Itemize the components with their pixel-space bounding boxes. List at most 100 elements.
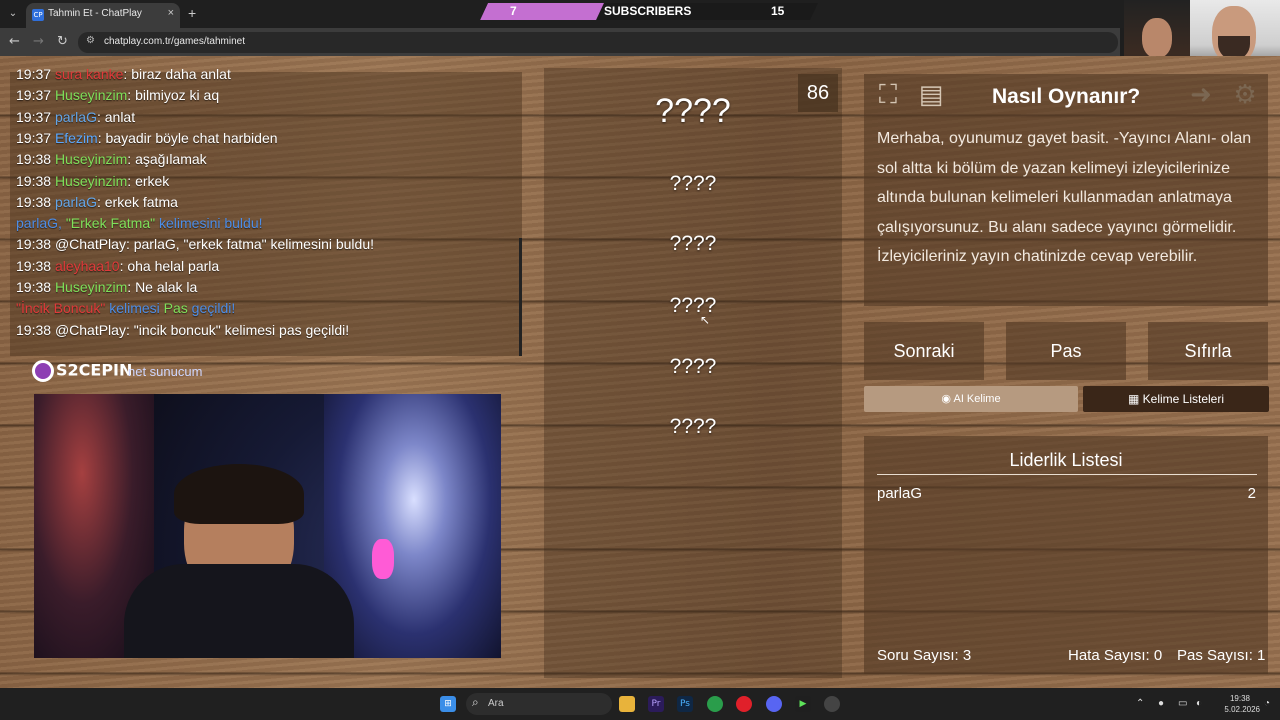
system-user: parlaG, [16, 215, 66, 232]
how-to-play-title: Nasıl Oynanır? [992, 85, 1141, 108]
subscribers-goal: 15 [771, 4, 785, 18]
reset-button[interactable]: Sıfırla [1148, 322, 1268, 380]
windows-start-icon[interactable]: ⊞ [440, 696, 456, 712]
clock-time[interactable]: 19:38 [1210, 694, 1250, 703]
new-tab-button[interactable]: + [188, 5, 196, 21]
opera-icon[interactable] [736, 696, 752, 712]
notification-icon[interactable]: ◔ [1264, 698, 1270, 709]
chat-username[interactable]: Huseyinzim [55, 173, 127, 189]
back-icon[interactable]: ← [9, 34, 20, 49]
url-text: chatplay.com.tr/games/tahminet [104, 36, 245, 47]
address-bar[interactable]: ⚙ chatplay.com.tr/games/tahminet [78, 32, 1118, 53]
forbidden-word-1: ???? [669, 172, 717, 195]
browser-toolbar: ← → ↻ ⚙ chatplay.com.tr/games/tahminet [0, 28, 1120, 56]
clock-date[interactable]: 5.02.2026 [1210, 705, 1260, 714]
chat-username[interactable]: Huseyinzim [55, 279, 127, 295]
pass-count: Pas Sayısı: 1 [1177, 647, 1266, 664]
taskbar-search[interactable]: ⌕ Ara [466, 693, 612, 715]
chat-system-message: 19:38 @ChatPlay: "incik boncuk" kelimesi… [16, 322, 349, 342]
forbidden-word-3: ???? [669, 294, 717, 317]
main-word: ???? [655, 92, 731, 130]
kick-icon[interactable]: ▶ [795, 696, 811, 712]
forward-icon[interactable]: → [33, 34, 44, 49]
chat-username[interactable]: Huseyinzim [55, 151, 127, 167]
chat-message: 19:37 sura kanke: biraz daha anlat [16, 66, 231, 86]
taskbar-search-text: Ara [488, 698, 504, 709]
next-button[interactable]: Sonraki [864, 322, 984, 380]
tab-title: Tahmin Et - ChatPlay [48, 8, 142, 19]
bot-message: @ChatPlay: parlaG, "erkek fatma" kelimes… [54, 236, 374, 253]
chat-text: : bayadir böyle chat harbiden [97, 129, 278, 146]
forbidden-word-5: ???? [669, 415, 717, 438]
chat-system-message: 19:38 @ChatPlay: parlaG, "erkek fatma" k… [16, 236, 374, 256]
chat-text: : erkek [127, 172, 170, 189]
volume-icon[interactable]: ◐ [1196, 698, 1202, 709]
document-icon[interactable]: ▤ [914, 78, 948, 112]
chat-time: 19:38 [16, 236, 52, 253]
chat-username[interactable]: sura kanke [55, 66, 123, 82]
chat-username[interactable]: aleyhaa10 [55, 258, 120, 274]
chat-message: 19:38 Huseyinzim: Ne alak la [16, 279, 197, 299]
gear-icon[interactable]: ⚙ [1228, 78, 1262, 112]
pass-button[interactable]: Pas [1006, 322, 1126, 380]
chat-message: 19:38 Huseyinzim: erkek [16, 173, 169, 193]
taskbar: ⊞ ⌕ Ara Pr Ps ▶ ⌃ ● ▭ ◐ 19:38 5.02.2026 … [0, 688, 1280, 720]
word-lists-button[interactable]: ▦ Kelime Listeleri [1083, 386, 1269, 412]
photoshop-icon[interactable]: Ps [677, 696, 693, 712]
chat-text: : oha helal parla [119, 257, 220, 274]
search-icon: ⌕ [472, 695, 479, 709]
leaderboard-score: 2 [1247, 485, 1256, 502]
fullscreen-icon[interactable]: ⛶ [871, 78, 905, 112]
system-pass: Pas [163, 300, 188, 317]
chat-system-message: parlaG, "Erkek Fatma" kelimesini buldu! [16, 215, 263, 235]
tray-chevron-icon[interactable]: ⌃ [1136, 698, 1144, 709]
leaderboard-panel [864, 436, 1268, 674]
chat-username[interactable]: parlaG [55, 194, 97, 210]
mouse-cursor: ↖ [700, 313, 711, 327]
chat-time: 19:38 [16, 151, 52, 168]
chat-message: 19:37 Huseyinzim: bilmiyoz ki aq [16, 87, 219, 107]
chat-text: : erkek fatma [96, 193, 178, 210]
chat-message: 19:38 aleyhaa10: oha helal parla [16, 258, 219, 278]
file-explorer-icon[interactable] [619, 696, 635, 712]
network-icon[interactable]: ▭ [1178, 698, 1187, 709]
chat-time: 19:38 [16, 172, 52, 189]
list-icon: ▦ [1127, 392, 1143, 406]
netsunucum-logo: net sunucum [128, 364, 203, 379]
chat-scrollbar[interactable] [519, 238, 522, 356]
chrome-icon[interactable] [707, 696, 723, 712]
chat-username[interactable]: parlaG [55, 109, 97, 125]
premiere-icon[interactable]: Pr [648, 696, 664, 712]
subscribers-current: 7 [510, 4, 517, 18]
logout-icon[interactable]: ➜ [1184, 78, 1218, 112]
s2cepin-logo: S2CEPIN [32, 360, 132, 382]
chat-system-message: "İncik Boncuk" kelimesi Pas geçildi! [16, 300, 235, 320]
browser-tab[interactable]: CP Tahmin Et - ChatPlay × [26, 3, 180, 28]
reload-icon[interactable]: ↻ [57, 34, 68, 49]
chat-time: 19:37 [16, 129, 52, 146]
chat-time: 19:38 [16, 321, 52, 338]
screen: ⌄ CP Tahmin Et - ChatPlay × + 7 SUBSCRIB… [0, 0, 1280, 720]
chat-username[interactable]: Efezim [55, 130, 98, 146]
streamer-webcam [34, 394, 501, 658]
tab-search-icon[interactable]: ⌄ [4, 5, 22, 23]
chat-username[interactable]: Huseyinzim [55, 87, 127, 103]
discord-icon[interactable] [766, 696, 782, 712]
chat-time: 19:38 [16, 279, 52, 295]
system-text: kelimesini buldu! [155, 215, 263, 232]
site-info-icon[interactable]: ⚙ [86, 35, 95, 46]
microphone-icon[interactable]: ● [1158, 698, 1164, 709]
forbidden-word-4: ???? [669, 355, 717, 378]
obs-icon[interactable] [824, 696, 840, 712]
chat-text: : Ne alak la [127, 279, 198, 295]
subscribers-label: SUBSCRIBERS [604, 4, 692, 18]
bot-message: @ChatPlay: "incik boncuk" kelimesi pas g… [54, 321, 350, 338]
subscribers-progress-fill [480, 3, 604, 20]
leaderboard-title: Liderlik Listesi [1009, 450, 1123, 470]
ai-word-button[interactable]: ◉ AI Kelime [864, 386, 1078, 412]
chat-time: 19:37 [16, 108, 52, 125]
chat-time: 19:38 [16, 257, 52, 274]
chat-message: 19:38 parlaG: erkek fatma [16, 194, 178, 214]
tab-close-icon[interactable]: × [168, 7, 174, 19]
system-text: geçildi! [187, 300, 236, 317]
